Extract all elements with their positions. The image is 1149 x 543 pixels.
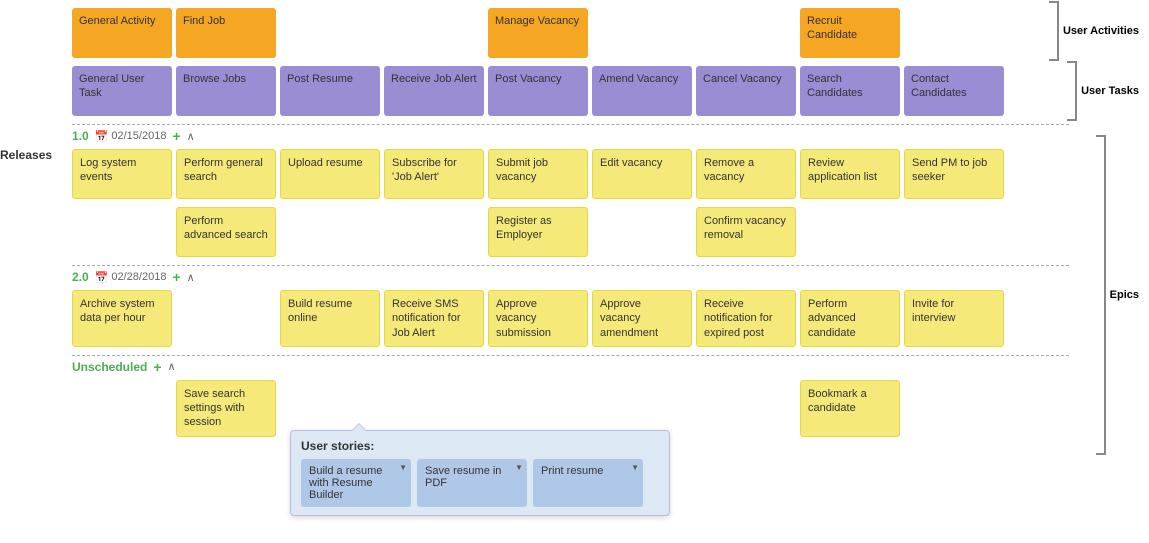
- release-2-date: 📅 02/28/2018: [95, 271, 167, 284]
- empty-us-4: [488, 380, 588, 437]
- epic-perform-general-search[interactable]: Perform general search: [176, 149, 276, 199]
- card-find-job[interactable]: Find Job: [176, 8, 276, 58]
- card-amend-vacancy[interactable]: Amend Vacancy: [592, 66, 692, 116]
- epic-subscribe-job-alert[interactable]: Subscribe for 'Job Alert': [384, 149, 484, 199]
- epic-invite-interview[interactable]: Invite for interview: [904, 290, 1004, 347]
- empty-r1r2-3: [384, 207, 484, 257]
- empty-us-0: [72, 380, 172, 437]
- empty-us-3: [384, 380, 484, 437]
- release-2-add-btn[interactable]: +: [172, 270, 180, 284]
- epic-register-employer[interactable]: Register as Employer: [488, 207, 588, 257]
- tooltip-card-1-label: Save resume in PDF: [425, 465, 519, 489]
- card-general-user-task[interactable]: General User Task: [72, 66, 172, 116]
- release-1-add-btn[interactable]: +: [172, 129, 180, 143]
- empty-us-8: [904, 380, 1004, 437]
- release-2-version: 2.0: [72, 270, 89, 284]
- epic-approve-vacancy-amendment[interactable]: Approve vacancy amendment: [592, 290, 692, 347]
- epic-review-application[interactable]: Review application list: [800, 149, 900, 199]
- epic-send-pm[interactable]: Send PM to job seeker: [904, 149, 1004, 199]
- release-1-collapse-btn[interactable]: ∧: [187, 130, 195, 143]
- epic-receive-sms[interactable]: Receive SMS notification for Job Alert: [384, 290, 484, 347]
- dropdown-arrow-0[interactable]: ▼: [399, 463, 407, 472]
- release-1-row-2: Perform advanced search Register as Empl…: [72, 203, 1069, 261]
- releases-label: Releases: [0, 148, 52, 162]
- unscheduled-collapse-btn[interactable]: ∧: [168, 360, 176, 373]
- release-1-version: 1.0: [72, 129, 89, 143]
- epic-bookmark-candidate[interactable]: Bookmark a candidate: [800, 380, 900, 437]
- unscheduled-label: Unscheduled: [72, 360, 147, 374]
- dropdown-arrow-1[interactable]: ▼: [515, 463, 523, 472]
- card-post-vacancy[interactable]: Post Vacancy: [488, 66, 588, 116]
- card-contact-candidates[interactable]: Contact Candidates: [904, 66, 1004, 116]
- epic-build-resume-online[interactable]: Build resume online: [280, 290, 380, 347]
- calendar-icon-2: 📅: [95, 271, 109, 284]
- releases-text: Releases: [0, 148, 52, 162]
- tooltip-popup: User stories: Build a resume with Resume…: [290, 430, 670, 516]
- empty-r1r2-2: [280, 207, 380, 257]
- empty-us-5: [592, 380, 692, 437]
- release-1-row-1: Log system events Perform general search…: [72, 145, 1069, 203]
- card-empty-3: [592, 8, 692, 58]
- epic-submit-job-vacancy[interactable]: Submit job vacancy: [488, 149, 588, 199]
- card-recruit-candidate[interactable]: Recruit Candidate: [800, 8, 900, 58]
- calendar-icon-1: 📅: [95, 130, 109, 143]
- epic-archive-system[interactable]: Archive system data per hour: [72, 290, 172, 347]
- epic-edit-vacancy[interactable]: Edit vacancy: [592, 149, 692, 199]
- epic-log-system-events[interactable]: Log system events: [72, 149, 172, 199]
- release-1-date: 📅 02/15/2018: [95, 130, 167, 143]
- user-tasks-row: General User Task Browse Jobs Post Resum…: [72, 62, 1069, 120]
- empty-us-6: [696, 380, 796, 437]
- tooltip-card-2-label: Print resume: [541, 465, 603, 477]
- card-empty-2: [384, 8, 484, 58]
- tooltip-card-0[interactable]: Build a resume with Resume Builder ▼: [301, 459, 411, 507]
- card-browse-jobs[interactable]: Browse Jobs: [176, 66, 276, 116]
- user-activities-row: General Activity Find Job Manage Vacancy…: [72, 0, 1069, 62]
- release-2-collapse-btn[interactable]: ∧: [187, 271, 195, 284]
- card-empty-4: [696, 8, 796, 58]
- epic-remove-vacancy[interactable]: Remove a vacancy: [696, 149, 796, 199]
- epic-approve-vacancy-submission[interactable]: Approve vacancy submission: [488, 290, 588, 347]
- card-post-resume[interactable]: Post Resume: [280, 66, 380, 116]
- tooltip-cards: Build a resume with Resume Builder ▼ Sav…: [301, 459, 659, 507]
- tooltip-card-2[interactable]: Print resume ▼: [533, 459, 643, 507]
- empty-r1r2-7: [800, 207, 900, 257]
- empty-r1r2-5: [592, 207, 692, 257]
- dropdown-arrow-2[interactable]: ▼: [631, 463, 639, 472]
- left-labels-panel: Releases: [0, 0, 72, 543]
- tooltip-card-1[interactable]: Save resume in PDF ▼: [417, 459, 527, 507]
- unscheduled-add-btn[interactable]: +: [153, 360, 161, 374]
- epic-perform-advanced-search[interactable]: Perform advanced search: [176, 207, 276, 257]
- epic-confirm-vacancy-removal[interactable]: Confirm vacancy removal: [696, 207, 796, 257]
- release-2-bar: 2.0 📅 02/28/2018 + ∧: [72, 265, 1069, 286]
- card-search-candidates[interactable]: Search Candidates: [800, 66, 900, 116]
- epic-upload-resume[interactable]: Upload resume: [280, 149, 380, 199]
- card-cancel-vacancy[interactable]: Cancel Vacancy: [696, 66, 796, 116]
- right-labels-panel: [1069, 0, 1149, 543]
- release-2-row-1: Archive system data per hour Build resum…: [72, 286, 1069, 351]
- epic-receive-notification-expired[interactable]: Receive notification for expired post: [696, 290, 796, 347]
- tooltip-title: User stories:: [301, 439, 659, 453]
- release-1-bar: 1.0 📅 02/15/2018 + ∧: [72, 124, 1069, 145]
- tooltip-card-0-label: Build a resume with Resume Builder: [309, 465, 403, 501]
- content-area: General Activity Find Job Manage Vacancy…: [72, 0, 1069, 543]
- unscheduled-bar: Unscheduled + ∧: [72, 355, 1069, 376]
- epic-perform-advanced-candidate[interactable]: Perform advanced candidate: [800, 290, 900, 347]
- card-empty-1: [280, 8, 380, 58]
- empty-r1r2-0: [72, 207, 172, 257]
- epic-save-search-settings[interactable]: Save search settings with session: [176, 380, 276, 437]
- card-manage-vacancy[interactable]: Manage Vacancy: [488, 8, 588, 58]
- empty-r1r2-8: [904, 207, 1004, 257]
- card-receive-job-alert[interactable]: Receive Job Alert: [384, 66, 484, 116]
- card-general-activity[interactable]: General Activity: [72, 8, 172, 58]
- empty-r2r1-1: [176, 290, 276, 347]
- card-empty-5: [904, 8, 1004, 58]
